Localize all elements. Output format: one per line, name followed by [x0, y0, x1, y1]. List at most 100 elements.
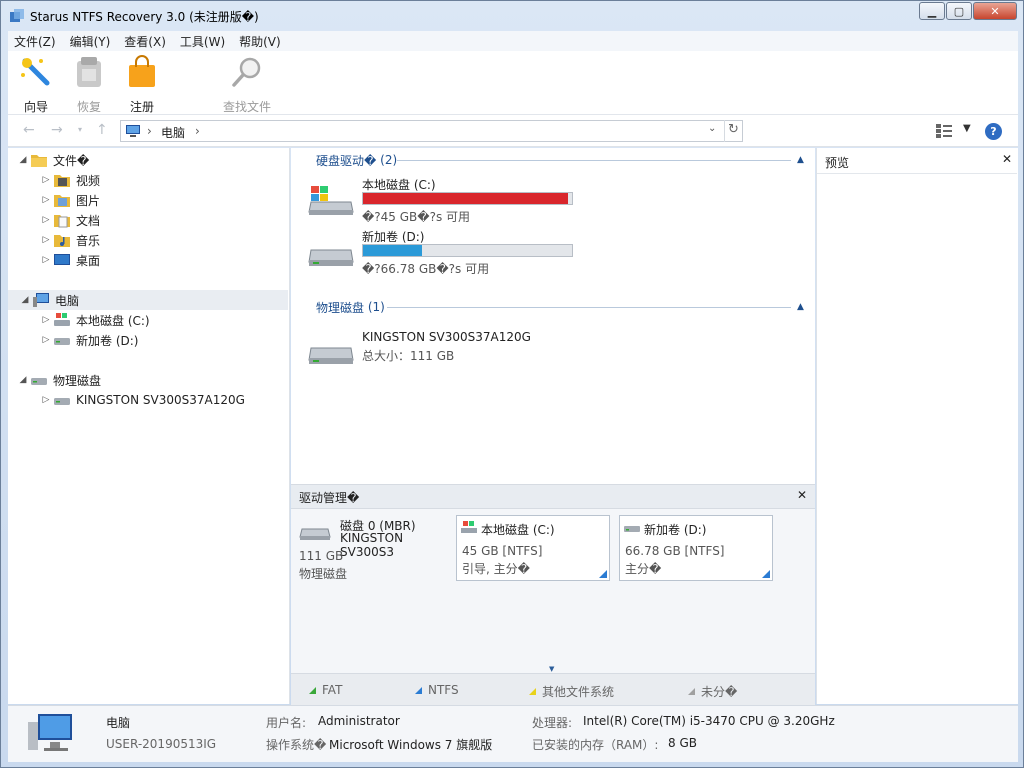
- expand-icon[interactable]: ▷: [39, 215, 53, 225]
- drive-c-item[interactable]: 本地磁盘 (C:) �?45 GB�?s 可用: [307, 176, 707, 226]
- drive-usage-bar: [362, 192, 573, 205]
- tree-label: 图片: [76, 193, 101, 208]
- filesystem-legend: FAT NTFS 其他文件系统 未分�: [291, 673, 815, 705]
- os-value: Microsoft Windows 7 旗舰版: [329, 738, 493, 752]
- tree-item-computer[interactable]: ◢ 电脑: [8, 290, 288, 310]
- forward-arrow-icon[interactable]: →: [51, 122, 63, 138]
- partition-c[interactable]: 本地磁盘 (C:) 45 GB [NTFS] 引导, 主分�: [456, 515, 610, 581]
- tree-label: KINGSTON SV300S37A120G: [76, 393, 245, 407]
- expand-icon[interactable]: ▷: [39, 255, 53, 265]
- expand-icon[interactable]: ▷: [39, 235, 53, 245]
- folder-icon: [31, 155, 47, 167]
- computer-name: 电脑: [106, 716, 131, 730]
- tree-item-documents[interactable]: ▷ 文档: [39, 210, 100, 230]
- register-button[interactable]: 注册: [114, 55, 170, 115]
- view-dropdown-icon[interactable]: ▼: [963, 123, 971, 134]
- tree-label: 新加卷 (D:): [76, 333, 139, 348]
- menu-file[interactable]: 文件(Z): [14, 33, 56, 50]
- cpu-label: 处理器:: [532, 716, 573, 730]
- close-icon[interactable]: ✕: [797, 488, 807, 502]
- ram-value: 8 GB: [668, 736, 697, 750]
- expand-icon[interactable]: ▷: [39, 315, 53, 325]
- drive-usage-bar: [362, 244, 573, 257]
- menu-view[interactable]: 查看(X): [124, 33, 166, 50]
- up-arrow-icon[interactable]: ↑: [96, 122, 108, 138]
- tree-item-desktop[interactable]: ▷ 桌面: [39, 250, 100, 270]
- wizard-button[interactable]: 向导: [8, 55, 64, 115]
- close-button[interactable]: ✕: [973, 2, 1017, 20]
- chevron-right-icon[interactable]: ›: [147, 124, 152, 138]
- hdd-section-header[interactable]: 硬盘驱动� (2): [316, 152, 397, 168]
- window-title: Starus NTFS Recovery 3.0 (未注册版�): [30, 10, 259, 24]
- tree-item-pictures[interactable]: ▷ 图片: [39, 190, 100, 210]
- collapse-icon[interactable]: ◢: [18, 295, 32, 305]
- help-icon[interactable]: ?: [985, 123, 1002, 140]
- collapse-icon[interactable]: ◢: [16, 155, 30, 165]
- partition-d[interactable]: 新加卷 (D:) 66.78 GB [NTFS] 主分�: [619, 515, 773, 581]
- expand-icon[interactable]: ▷: [39, 335, 53, 345]
- register-label: 注册: [129, 100, 154, 114]
- hard-drive-icon: [624, 526, 640, 532]
- disk-0-summary[interactable]: 磁盘 0 (MBR) KINGSTON SV300S3 111 GB 物理磁盘: [299, 517, 449, 583]
- computer-icon: [126, 125, 140, 137]
- recover-button[interactable]: 恢复: [61, 55, 117, 115]
- collapse-section-icon[interactable]: ▲: [797, 302, 804, 312]
- menu-edit[interactable]: 编辑(Y): [70, 33, 111, 50]
- find-files-label: 查找文件: [222, 100, 271, 114]
- tree-item-kingston[interactable]: ▷ KINGSTON SV300S37A120G: [39, 390, 245, 410]
- tree-label: 文件�: [53, 153, 90, 168]
- ntfs-marker: [599, 570, 607, 578]
- chevron-right-icon[interactable]: ›: [195, 124, 200, 138]
- tree-label: 桌面: [76, 253, 101, 268]
- menu-help[interactable]: 帮助(V): [239, 33, 281, 50]
- wizard-label: 向导: [23, 100, 48, 114]
- collapse-section-icon[interactable]: ▲: [797, 155, 804, 165]
- address-bar[interactable]: › 电脑 › ⌄ ↻: [120, 120, 743, 142]
- refresh-icon[interactable]: ↻: [724, 120, 742, 142]
- collapse-icon[interactable]: ◢: [16, 375, 30, 385]
- minimize-button[interactable]: ▁: [919, 2, 945, 20]
- tree-item-videos[interactable]: ▷ 视频: [39, 170, 100, 190]
- expand-icon[interactable]: ▷: [39, 195, 53, 205]
- music-folder-icon: [54, 235, 70, 247]
- view-options-icon[interactable]: [936, 124, 952, 138]
- tree-label: 视频: [76, 173, 101, 188]
- triangle-icon: [529, 688, 536, 695]
- tree-item-files[interactable]: ◢ 文件�: [16, 150, 90, 170]
- legend-fat: FAT: [309, 683, 342, 697]
- menu-tools[interactable]: 工具(W): [180, 33, 225, 50]
- toolbar: 向导 恢复 注册 查找文件: [8, 51, 1018, 115]
- address-dropdown-icon[interactable]: ⌄: [708, 123, 716, 134]
- drive-d-item[interactable]: 新加卷 (D:) �?66.78 GB�?s 可用: [307, 228, 707, 278]
- physical-section-count: (1): [367, 300, 385, 314]
- tree-item-physical-disks[interactable]: ◢ 物理磁盘: [16, 370, 101, 390]
- legend-label: NTFS: [428, 683, 459, 697]
- physical-section-header[interactable]: 物理磁盘 (1): [316, 299, 385, 315]
- cpu-value: Intel(R) Core(TM) i5-3470 CPU @ 3.20GHz: [583, 714, 835, 728]
- triangle-icon: [688, 688, 695, 695]
- expand-icon[interactable]: ▷: [39, 395, 53, 405]
- kingston-disk-item[interactable]: KINGSTON SV300S37A120G 总大小：111 GB: [307, 330, 707, 380]
- chevron-down-icon[interactable]: ▼: [549, 665, 554, 673]
- tree-item-drive-c[interactable]: ▷ 本地磁盘 (C:): [39, 310, 150, 330]
- partition-type: 主分�: [625, 562, 662, 576]
- tree-item-drive-d[interactable]: ▷ 新加卷 (D:): [39, 330, 139, 350]
- history-dropdown-icon[interactable]: ▾: [78, 125, 82, 134]
- partition-name: 本地磁盘 (C:): [481, 523, 555, 537]
- preview-title: 预览: [825, 156, 850, 170]
- divider: [817, 173, 1017, 174]
- preview-pane: 预览 ✕: [816, 148, 1018, 704]
- tree-item-music[interactable]: ▷ 音乐: [39, 230, 100, 250]
- hard-drive-icon: [308, 347, 354, 364]
- app-window: Starus NTFS Recovery 3.0 (未注册版�) ▁ ▢ ✕ 文…: [0, 0, 1024, 768]
- close-icon[interactable]: ✕: [1002, 152, 1012, 166]
- back-arrow-icon[interactable]: ←: [23, 122, 35, 138]
- tree-label: 本地磁盘 (C:): [76, 313, 150, 328]
- expand-icon[interactable]: ▷: [39, 175, 53, 185]
- address-path[interactable]: 电脑: [161, 124, 185, 141]
- maximize-button[interactable]: ▢: [946, 2, 972, 20]
- system-drive-icon: [461, 521, 477, 533]
- legend-label: 其他文件系统: [542, 685, 615, 699]
- ntfs-marker: [762, 570, 770, 578]
- find-files-button[interactable]: 查找文件: [217, 55, 277, 115]
